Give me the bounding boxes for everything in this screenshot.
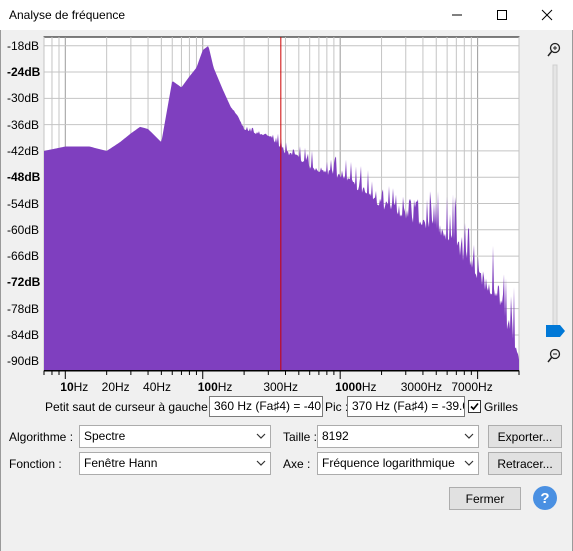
spectrum-plot[interactable]: 10Hz 20Hz 40Hz 100Hz 300Hz 1000Hz 3000Hz 7000Hz — [0, 30, 573, 395]
chevron-down-icon — [464, 460, 474, 466]
cursor-field[interactable]: 360 Hz (Fa♯4) = -40 d — [209, 396, 323, 417]
x-tick-label: 100Hz — [198, 380, 233, 394]
function-label: Fonction : — [9, 457, 62, 471]
minimize-icon — [452, 14, 462, 16]
zoom-in-icon[interactable] — [547, 42, 561, 57]
algorithm-select[interactable]: Spectre — [79, 425, 271, 448]
y-tick-label: -54dB — [7, 196, 40, 211]
zoom-slider-track[interactable] — [552, 64, 558, 328]
y-tick-label: -30dB — [7, 91, 40, 106]
x-tick-label: 1000Hz — [335, 380, 376, 394]
function-value: Fenêtre Hann — [84, 456, 158, 470]
y-tick-label: -36dB — [7, 117, 40, 132]
x-tick-label: 3000Hz — [401, 380, 442, 394]
y-tick-label: -24dB — [7, 65, 41, 80]
x-tick-label: 10Hz — [60, 380, 88, 394]
cursor-label: Petit saut de curseur à gauche : — [45, 400, 215, 414]
window-title: Analyse de fréquence — [9, 8, 126, 22]
help-button[interactable]: ? — [533, 486, 557, 510]
algorithm-label: Algorithme : — [9, 430, 74, 444]
y-tick-label: -66dB — [7, 249, 40, 264]
y-tick-label: -84dB — [7, 327, 40, 342]
zoom-out-icon[interactable] — [547, 348, 561, 363]
axis-value: Fréquence logarithmique — [322, 456, 455, 470]
function-select[interactable]: Fenêtre Hann — [79, 452, 271, 475]
y-tick-label: -42dB — [7, 143, 40, 158]
grids-label: Grilles — [484, 400, 519, 414]
x-tick-label: 300Hz — [263, 380, 298, 394]
x-axis — [43, 370, 520, 379]
close-window-button[interactable] — [524, 0, 570, 30]
axis-select[interactable]: Fréquence logarithmique — [317, 452, 479, 475]
y-tick-label: -60dB — [7, 222, 40, 237]
y-tick-label: -48dB — [7, 170, 41, 185]
chevron-down-icon — [256, 460, 266, 466]
check-icon — [470, 402, 479, 411]
size-select[interactable]: 8192 — [317, 425, 479, 448]
close-button[interactable]: Fermer — [449, 487, 521, 510]
minimize-button[interactable] — [434, 0, 480, 30]
size-label: Taille : — [283, 430, 318, 444]
size-value: 8192 — [322, 429, 349, 443]
axis-label: Axe : — [283, 457, 311, 471]
close-icon — [541, 9, 553, 21]
grids-checkbox[interactable] — [468, 400, 481, 413]
y-tick-label: -72dB — [7, 275, 41, 290]
y-tick-label: -90dB — [7, 354, 40, 369]
help-icon: ? — [540, 489, 550, 507]
maximize-icon — [497, 10, 507, 20]
y-tick-label: -78dB — [7, 301, 40, 316]
x-tick-label: 7000Hz — [451, 380, 492, 394]
chevron-down-icon — [256, 433, 266, 439]
zoom-slider-handle[interactable] — [546, 325, 565, 337]
peak-label: Pic : — [325, 400, 349, 414]
chevron-down-icon — [464, 433, 474, 439]
x-tick-label: 20Hz — [102, 380, 130, 394]
export-button[interactable]: Exporter... — [488, 425, 562, 448]
maximize-button[interactable] — [479, 0, 525, 30]
peak-field[interactable]: 370 Hz (Fa♯4) = -39.0 — [347, 396, 465, 417]
title-bar: Analyse de fréquence — [0, 0, 573, 30]
x-axis-labels: 10Hz 20Hz 40Hz 100Hz 300Hz 1000Hz 3000Hz 7000Hz — [60, 380, 492, 394]
y-tick-label: -18dB — [7, 38, 40, 53]
replot-button[interactable]: Retracer... — [488, 452, 562, 475]
algorithm-value: Spectre — [84, 429, 126, 443]
x-tick-label: 40Hz — [143, 380, 171, 394]
